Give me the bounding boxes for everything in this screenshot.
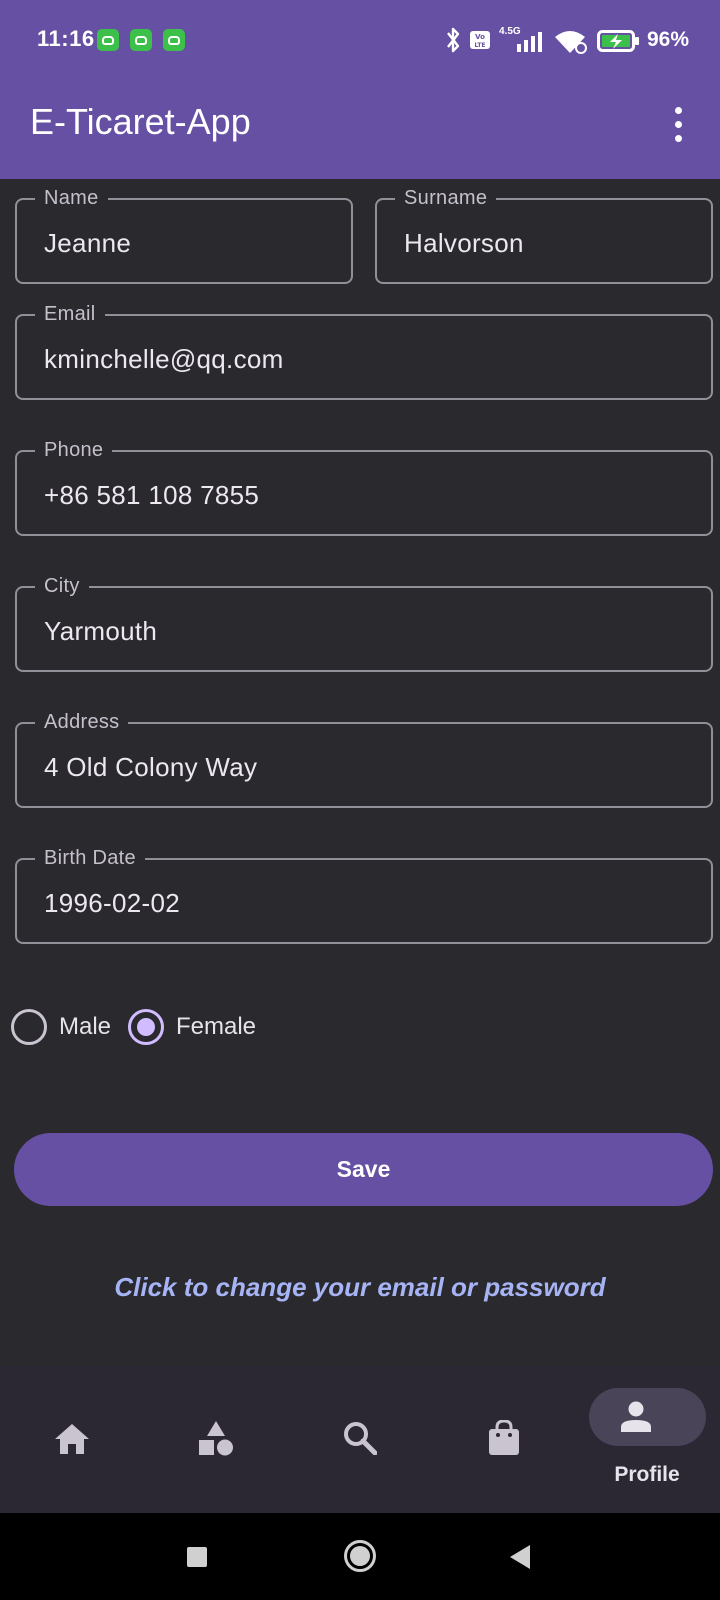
home-icon [55,1424,89,1454]
search-icon [344,1422,377,1455]
name-label: Name [35,185,108,211]
nav-item-profile[interactable]: Profile [576,1366,720,1513]
app-title: E-Ticaret-App [30,101,251,142]
surname-field[interactable]: Surname Halvorson [375,185,713,284]
nav-item-home[interactable] [0,1366,144,1513]
status-time: 11:16 [37,26,95,51]
notification-cat-icon [163,29,185,51]
city-value: Yarmouth [44,616,158,646]
birth-date-field[interactable]: Birth Date 1996-02-02 [15,845,713,944]
address-field[interactable]: Address 4 Old Colony Way [15,709,713,808]
name-field[interactable]: Name Jeanne [15,185,353,284]
nav-item-categories[interactable] [144,1366,288,1513]
svg-text:LTE: LTE [474,42,485,49]
bottom-nav: Profile [0,1366,720,1513]
categories-icon [199,1421,233,1456]
birth-date-value: 1996-02-02 [44,888,180,918]
city-field[interactable]: City Yarmouth [15,573,713,672]
email-label: Email [35,301,105,327]
recent-apps-icon[interactable] [186,1546,208,1568]
email-field[interactable]: Email kminchelle@qq.com [15,301,713,400]
more-vert-icon[interactable] [669,104,689,156]
battery-percent: 96% [647,28,690,51]
surname-value: Halvorson [404,228,524,258]
system-nav-bar [0,1513,720,1600]
city-label: City [35,573,89,599]
status-bar: 11:16 Vo LTE 4.5G 96% [0,0,720,80]
male-radio[interactable] [11,1009,47,1045]
volte-icon: Vo LTE [470,31,490,49]
nav-item-search[interactable] [288,1366,432,1513]
birth-date-label: Birth Date [35,845,145,871]
signal-icon [517,32,542,52]
surname-label: Surname [395,185,497,211]
gender-radio-group: Male Female [10,1005,410,1049]
phone-field[interactable]: Phone +86 581 108 7855 [15,437,713,536]
male-label[interactable]: Male [59,1013,111,1041]
female-label[interactable]: Female [176,1013,256,1041]
svg-text:Vo: Vo [475,33,485,41]
address-value: 4 Old Colony Way [44,752,258,782]
notification-cat-icon [130,29,152,51]
address-label: Address [35,709,129,735]
nav-item-cart[interactable] [432,1366,576,1513]
female-radio[interactable] [128,1009,164,1045]
shopping-bag-icon [489,1420,519,1455]
phone-value: +86 581 108 7855 [44,480,260,510]
phone-label: Phone [35,437,113,463]
home-button-icon[interactable] [343,1539,377,1573]
email-value: kminchelle@qq.com [44,344,284,374]
back-icon[interactable] [508,1544,532,1570]
change-credentials-link[interactable]: Click to change your email or password [0,1272,720,1303]
person-icon [621,1401,651,1432]
wifi-icon [555,31,587,54]
bluetooth-icon [447,27,460,53]
notification-cat-icon [97,29,119,51]
profile-label: Profile [614,1463,680,1486]
app-bar: E-Ticaret-App [0,80,720,179]
name-value: Jeanne [44,228,132,258]
save-button[interactable]: Save [14,1133,713,1206]
battery-charging-icon [597,30,639,52]
